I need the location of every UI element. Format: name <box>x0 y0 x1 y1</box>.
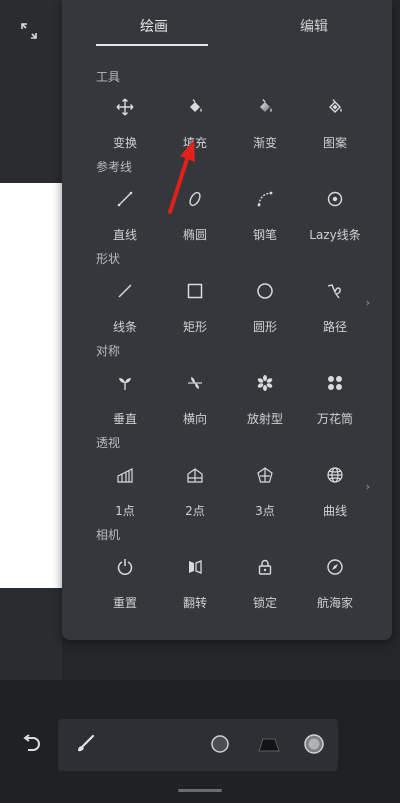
tool-radial-symmetry[interactable]: 放射型 <box>230 372 300 427</box>
panel-tabs: 绘画 编辑 <box>62 0 392 52</box>
tool-label: 渐变 <box>252 136 277 150</box>
tool-two-point-perspective[interactable]: 2点 <box>160 464 230 519</box>
vertical-symmetry-icon <box>114 372 136 394</box>
rectangle-icon <box>184 280 206 302</box>
tool-label: 矩形 <box>182 320 207 334</box>
section-label-tools: 工具 <box>96 70 121 84</box>
curve-perspective-icon <box>324 464 346 486</box>
tool-pattern[interactable]: 图案 <box>300 96 370 151</box>
three-point-perspective-icon <box>254 464 276 486</box>
pattern-icon <box>324 96 346 118</box>
tool-line-shape[interactable]: 线条 <box>90 280 160 335</box>
tool-label: 横向 <box>182 412 207 426</box>
tool-flip[interactable]: 翻转 <box>160 556 230 611</box>
undo-button[interactable] <box>16 732 46 758</box>
tool-label: 重置 <box>112 596 137 610</box>
tool-label: 直线 <box>112 228 137 242</box>
lazy-line-icon <box>324 188 346 210</box>
tool-three-point-perspective[interactable]: 3点 <box>230 464 300 519</box>
tool-lazy-line[interactable]: Lazy线条 <box>300 188 370 243</box>
tool-reset[interactable]: 重置 <box>90 556 160 611</box>
tool-label: 放射型 <box>246 412 283 426</box>
section-label-guides: 参考线 <box>96 160 133 174</box>
home-indicator <box>178 789 222 792</box>
tool-horizontal-symmetry[interactable]: 横向 <box>160 372 230 427</box>
section-label-shapes: 形状 <box>96 252 121 266</box>
brush-tool-button[interactable] <box>72 733 98 759</box>
section-label-camera: 相机 <box>96 528 121 542</box>
tool-label: 线条 <box>112 320 137 334</box>
opacity-icon <box>255 737 283 756</box>
tools-panel: 绘画 编辑 工具 变换 填充 渐变 图案 参考线 直线 椭圆 钢笔 Lazy线条… <box>62 0 392 640</box>
tool-transform[interactable]: 变换 <box>90 96 160 151</box>
expand-button[interactable] <box>14 18 44 48</box>
tool-label: 万花筒 <box>316 412 353 426</box>
one-point-perspective-icon <box>114 464 136 486</box>
tool-navigator[interactable]: 航海家 <box>300 556 370 611</box>
tool-line-guide[interactable]: 直线 <box>90 188 160 243</box>
tool-kaleidoscope[interactable]: 万花筒 <box>300 372 370 427</box>
circle-icon <box>254 280 276 302</box>
lock-icon <box>254 556 276 578</box>
tool-label: 1点 <box>115 504 135 518</box>
tool-label: 曲线 <box>322 504 347 518</box>
active-tab-indicator <box>96 44 208 46</box>
tool-label: 路径 <box>322 320 347 334</box>
radial-symmetry-icon <box>254 372 276 394</box>
tool-lock[interactable]: 锁定 <box>230 556 300 611</box>
tool-rectangle[interactable]: 矩形 <box>160 280 230 335</box>
line-shape-icon <box>114 280 136 302</box>
brush-toolbar <box>58 719 338 771</box>
perspective-more-chevron-icon[interactable]: › <box>366 480 370 493</box>
tool-label: 图案 <box>322 136 347 150</box>
drawing-canvas[interactable] <box>0 183 62 588</box>
tool-label: 2点 <box>185 504 205 518</box>
kaleidoscope-icon <box>324 372 346 394</box>
horizontal-symmetry-icon <box>184 372 206 394</box>
brush-opacity-button[interactable] <box>251 733 287 759</box>
annotation-arrow <box>168 140 195 214</box>
tool-one-point-perspective[interactable]: 1点 <box>90 464 160 519</box>
tool-label: Lazy线条 <box>309 228 361 242</box>
pen-curve-icon <box>254 188 276 210</box>
gradient-icon <box>254 96 276 118</box>
tool-label: 航海家 <box>316 596 353 610</box>
flip-icon <box>184 556 206 578</box>
tab-draw[interactable]: 绘画 <box>140 16 168 36</box>
tool-pen-curve[interactable]: 钢笔 <box>230 188 300 243</box>
path-icon <box>324 280 346 302</box>
tool-label: 圆形 <box>252 320 277 334</box>
tool-label: 椭圆 <box>182 228 207 242</box>
shapes-more-chevron-icon[interactable]: › <box>366 296 370 309</box>
tool-curve-perspective[interactable]: 曲线 <box>300 464 370 519</box>
tool-path[interactable]: 路径 <box>300 280 370 335</box>
two-point-perspective-icon <box>184 464 206 486</box>
section-label-symmetry: 对称 <box>96 344 121 358</box>
tool-label: 锁定 <box>252 596 277 610</box>
tool-gradient[interactable]: 渐变 <box>230 96 300 151</box>
fill-bucket-icon <box>184 96 206 118</box>
tool-vertical-symmetry[interactable]: 垂直 <box>90 372 160 427</box>
brush-size-icon <box>210 734 230 758</box>
reset-icon <box>114 556 136 578</box>
brush-icon <box>75 734 95 758</box>
line-guide-icon <box>114 188 136 210</box>
undo-icon <box>20 734 42 756</box>
tab-edit[interactable]: 编辑 <box>300 16 328 36</box>
tool-label: 3点 <box>255 504 275 518</box>
tool-circle[interactable]: 圆形 <box>230 280 300 335</box>
color-picker-button[interactable] <box>301 733 327 759</box>
tool-label: 垂直 <box>112 412 137 426</box>
tool-label: 变换 <box>112 136 137 150</box>
move-icon <box>114 96 136 118</box>
tool-label: 翻转 <box>182 596 207 610</box>
compass-icon <box>324 556 346 578</box>
color-swatch-icon <box>303 733 325 759</box>
section-label-perspective: 透视 <box>96 436 121 450</box>
expand-icon <box>20 22 38 44</box>
tool-label: 钢笔 <box>252 228 277 242</box>
brush-size-button[interactable] <box>207 733 233 759</box>
